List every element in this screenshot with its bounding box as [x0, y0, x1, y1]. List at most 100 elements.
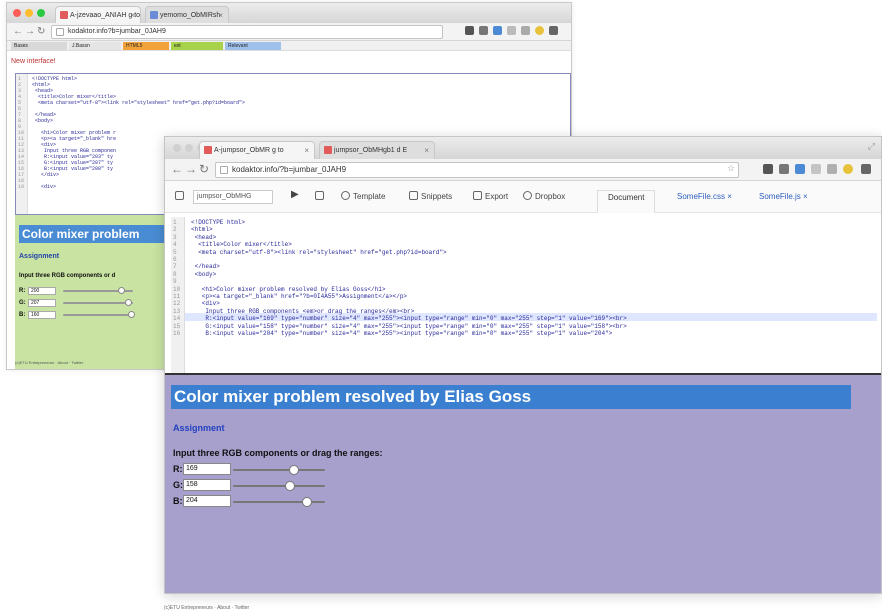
extension-icon[interactable]: [465, 26, 474, 35]
forward-arrow-icon[interactable]: →: [25, 25, 35, 39]
rgb-range-slider[interactable]: [63, 287, 133, 294]
tab-js-file[interactable]: SomeFile.js ×: [749, 190, 818, 213]
gear-icon: [341, 191, 350, 200]
front-tab-2[interactable]: jumpsor_ObMHgb1 d E ×: [319, 141, 435, 159]
slider-thumb[interactable]: [288, 465, 299, 475]
slider-thumb[interactable]: [301, 497, 312, 507]
menu-icon[interactable]: [861, 164, 871, 174]
bookmark-item[interactable]: J.Bassn: [69, 42, 121, 50]
disk-icon: [175, 191, 184, 200]
wrench-icon[interactable]: [479, 26, 488, 35]
line-number: 6: [173, 256, 177, 263]
forward-arrow-icon[interactable]: →: [185, 162, 197, 176]
close-tab-icon[interactable]: ×: [304, 142, 309, 159]
favicon-icon: [204, 146, 212, 154]
slider-thumb[interactable]: [117, 287, 125, 294]
front-tab-1[interactable]: A-jumpsor_ObMR g to ×: [199, 141, 315, 159]
back-address-bar: ← → ↻ kodaktor.info?b=jumbar_0JAH9: [7, 23, 571, 41]
snippets-label: Snippets: [421, 192, 453, 201]
back-url-field[interactable]: kodaktor.info?b=jumbar_0JAH9: [51, 25, 443, 39]
minimize-window-icon[interactable]: [185, 144, 193, 152]
minimize-window-icon[interactable]: [25, 9, 33, 17]
close-window-icon[interactable]: [13, 9, 21, 17]
code-line: R:<input value="169" type="number" size=…: [191, 315, 627, 323]
zoom-window-icon[interactable]: [37, 9, 45, 17]
rgb-number-input[interactable]: 169: [183, 463, 231, 475]
back-tab-2-label: yemomo_ObMIRsh: [160, 12, 221, 19]
line-number: 13: [173, 307, 181, 315]
rgb-label: R:: [173, 464, 183, 474]
wrench-icon[interactable]: [779, 164, 789, 174]
reload-icon[interactable]: ↻: [37, 25, 45, 39]
front-assignment-link[interactable]: Assignment: [173, 423, 225, 433]
star-icon[interactable]: ☆: [727, 163, 735, 174]
front-url-field[interactable]: kodaktor.info/?b=jumbar_0JAH9: [215, 162, 739, 178]
close-tab-icon[interactable]: ×: [130, 7, 135, 23]
bookmark-item[interactable]: Relevant: [225, 42, 281, 50]
extension-icon[interactable]: [763, 164, 773, 174]
back-tab-1[interactable]: A-jzevaao_ANIAH g to ×: [55, 6, 141, 23]
code-line: <meta charset="utf-8"><link rel="stylesh…: [32, 100, 246, 106]
line-number: 19: [18, 184, 25, 190]
back-arrow-icon[interactable]: ←: [171, 162, 183, 176]
back-url-text: kodaktor.info?b=jumbar_0JAH9: [68, 28, 166, 35]
extension-icon[interactable]: [795, 164, 805, 174]
back-banner: New interface!: [7, 53, 571, 71]
back-bookmarks-bar: Bases J.Bassn HTML5 ext Relevant: [7, 41, 571, 51]
rgb-number-input[interactable]: 160: [28, 311, 56, 319]
tab-document[interactable]: Document: [597, 190, 656, 213]
rgb-number-input[interactable]: 207: [28, 299, 56, 307]
line-number: 3: [173, 233, 177, 241]
favicon-icon: [324, 146, 332, 154]
close-window-icon[interactable]: [173, 144, 181, 152]
template-button[interactable]: Template: [341, 191, 385, 203]
fullscreen-icon[interactable]: ⤢: [868, 141, 875, 152]
back-arrow-icon[interactable]: ←: [13, 25, 23, 39]
back-assignment-link[interactable]: Assignment: [19, 253, 59, 260]
rgb-range-slider[interactable]: [63, 311, 136, 318]
save-icon[interactable]: [175, 191, 187, 203]
slider-thumb[interactable]: [128, 311, 136, 318]
slider-thumb[interactable]: [124, 299, 132, 306]
rgb-number-input[interactable]: 204: [183, 495, 231, 507]
front-tab-1-label: A-jumpsor_ObMR g to: [214, 147, 284, 154]
snippets-button[interactable]: Snippets: [409, 191, 452, 203]
slider-thumb[interactable]: [285, 481, 296, 491]
back-tab-2[interactable]: yemomo_ObMIRsh ×: [145, 6, 229, 23]
extension-icon[interactable]: [521, 26, 530, 35]
bulb-icon[interactable]: [535, 26, 544, 35]
rgb-range-slider[interactable]: [233, 481, 325, 491]
extension-icon[interactable]: [811, 164, 821, 174]
extension-icon[interactable]: [507, 26, 516, 35]
bookmark-item[interactable]: HTML5: [123, 42, 169, 50]
tab-css-file[interactable]: SomeFile.css ×: [667, 190, 742, 213]
line-number: 8: [173, 270, 177, 278]
layout-glyph-icon: [315, 191, 324, 200]
rgb-label: R:: [19, 288, 26, 294]
bookmark-item[interactable]: Bases: [11, 42, 67, 50]
rgb-number-input[interactable]: 200: [28, 287, 56, 295]
front-tab-2-label: jumpsor_ObMHgb1 d E: [334, 147, 408, 154]
rgb-range-slider[interactable]: [233, 465, 325, 475]
run-icon[interactable]: ▶: [291, 189, 299, 201]
menu-icon[interactable]: [549, 26, 558, 35]
extension-icon[interactable]: [827, 164, 837, 174]
bookmark-item[interactable]: ext: [171, 42, 223, 50]
line-number: 16: [173, 330, 181, 337]
front-code-editor[interactable]: 1 <!DOCTYPE html> 2 <html> 3 <head> 4 <title>…: [171, 217, 877, 373]
new-interface-link[interactable]: New interface!: [11, 58, 56, 65]
layout-icon[interactable]: [315, 191, 327, 203]
code-line: <h1>Color mixer problem resolved by Elia…: [191, 285, 386, 293]
export-button[interactable]: Export: [473, 191, 508, 203]
bulb-icon[interactable]: [843, 164, 853, 174]
close-tab-icon[interactable]: ×: [424, 142, 429, 159]
rgb-number-input[interactable]: 158: [183, 479, 231, 491]
dropbox-button[interactable]: Dropbox: [523, 191, 565, 203]
close-tab-icon[interactable]: ×: [218, 7, 223, 23]
rgb-range-slider[interactable]: [233, 497, 325, 507]
rgb-range-slider[interactable]: [63, 299, 133, 306]
extension-icon[interactable]: [493, 26, 502, 35]
reload-icon[interactable]: ↻: [199, 162, 209, 176]
rgb-label: B:: [19, 312, 26, 318]
document-name-input[interactable]: jumpsor_ObMHG: [193, 190, 273, 204]
